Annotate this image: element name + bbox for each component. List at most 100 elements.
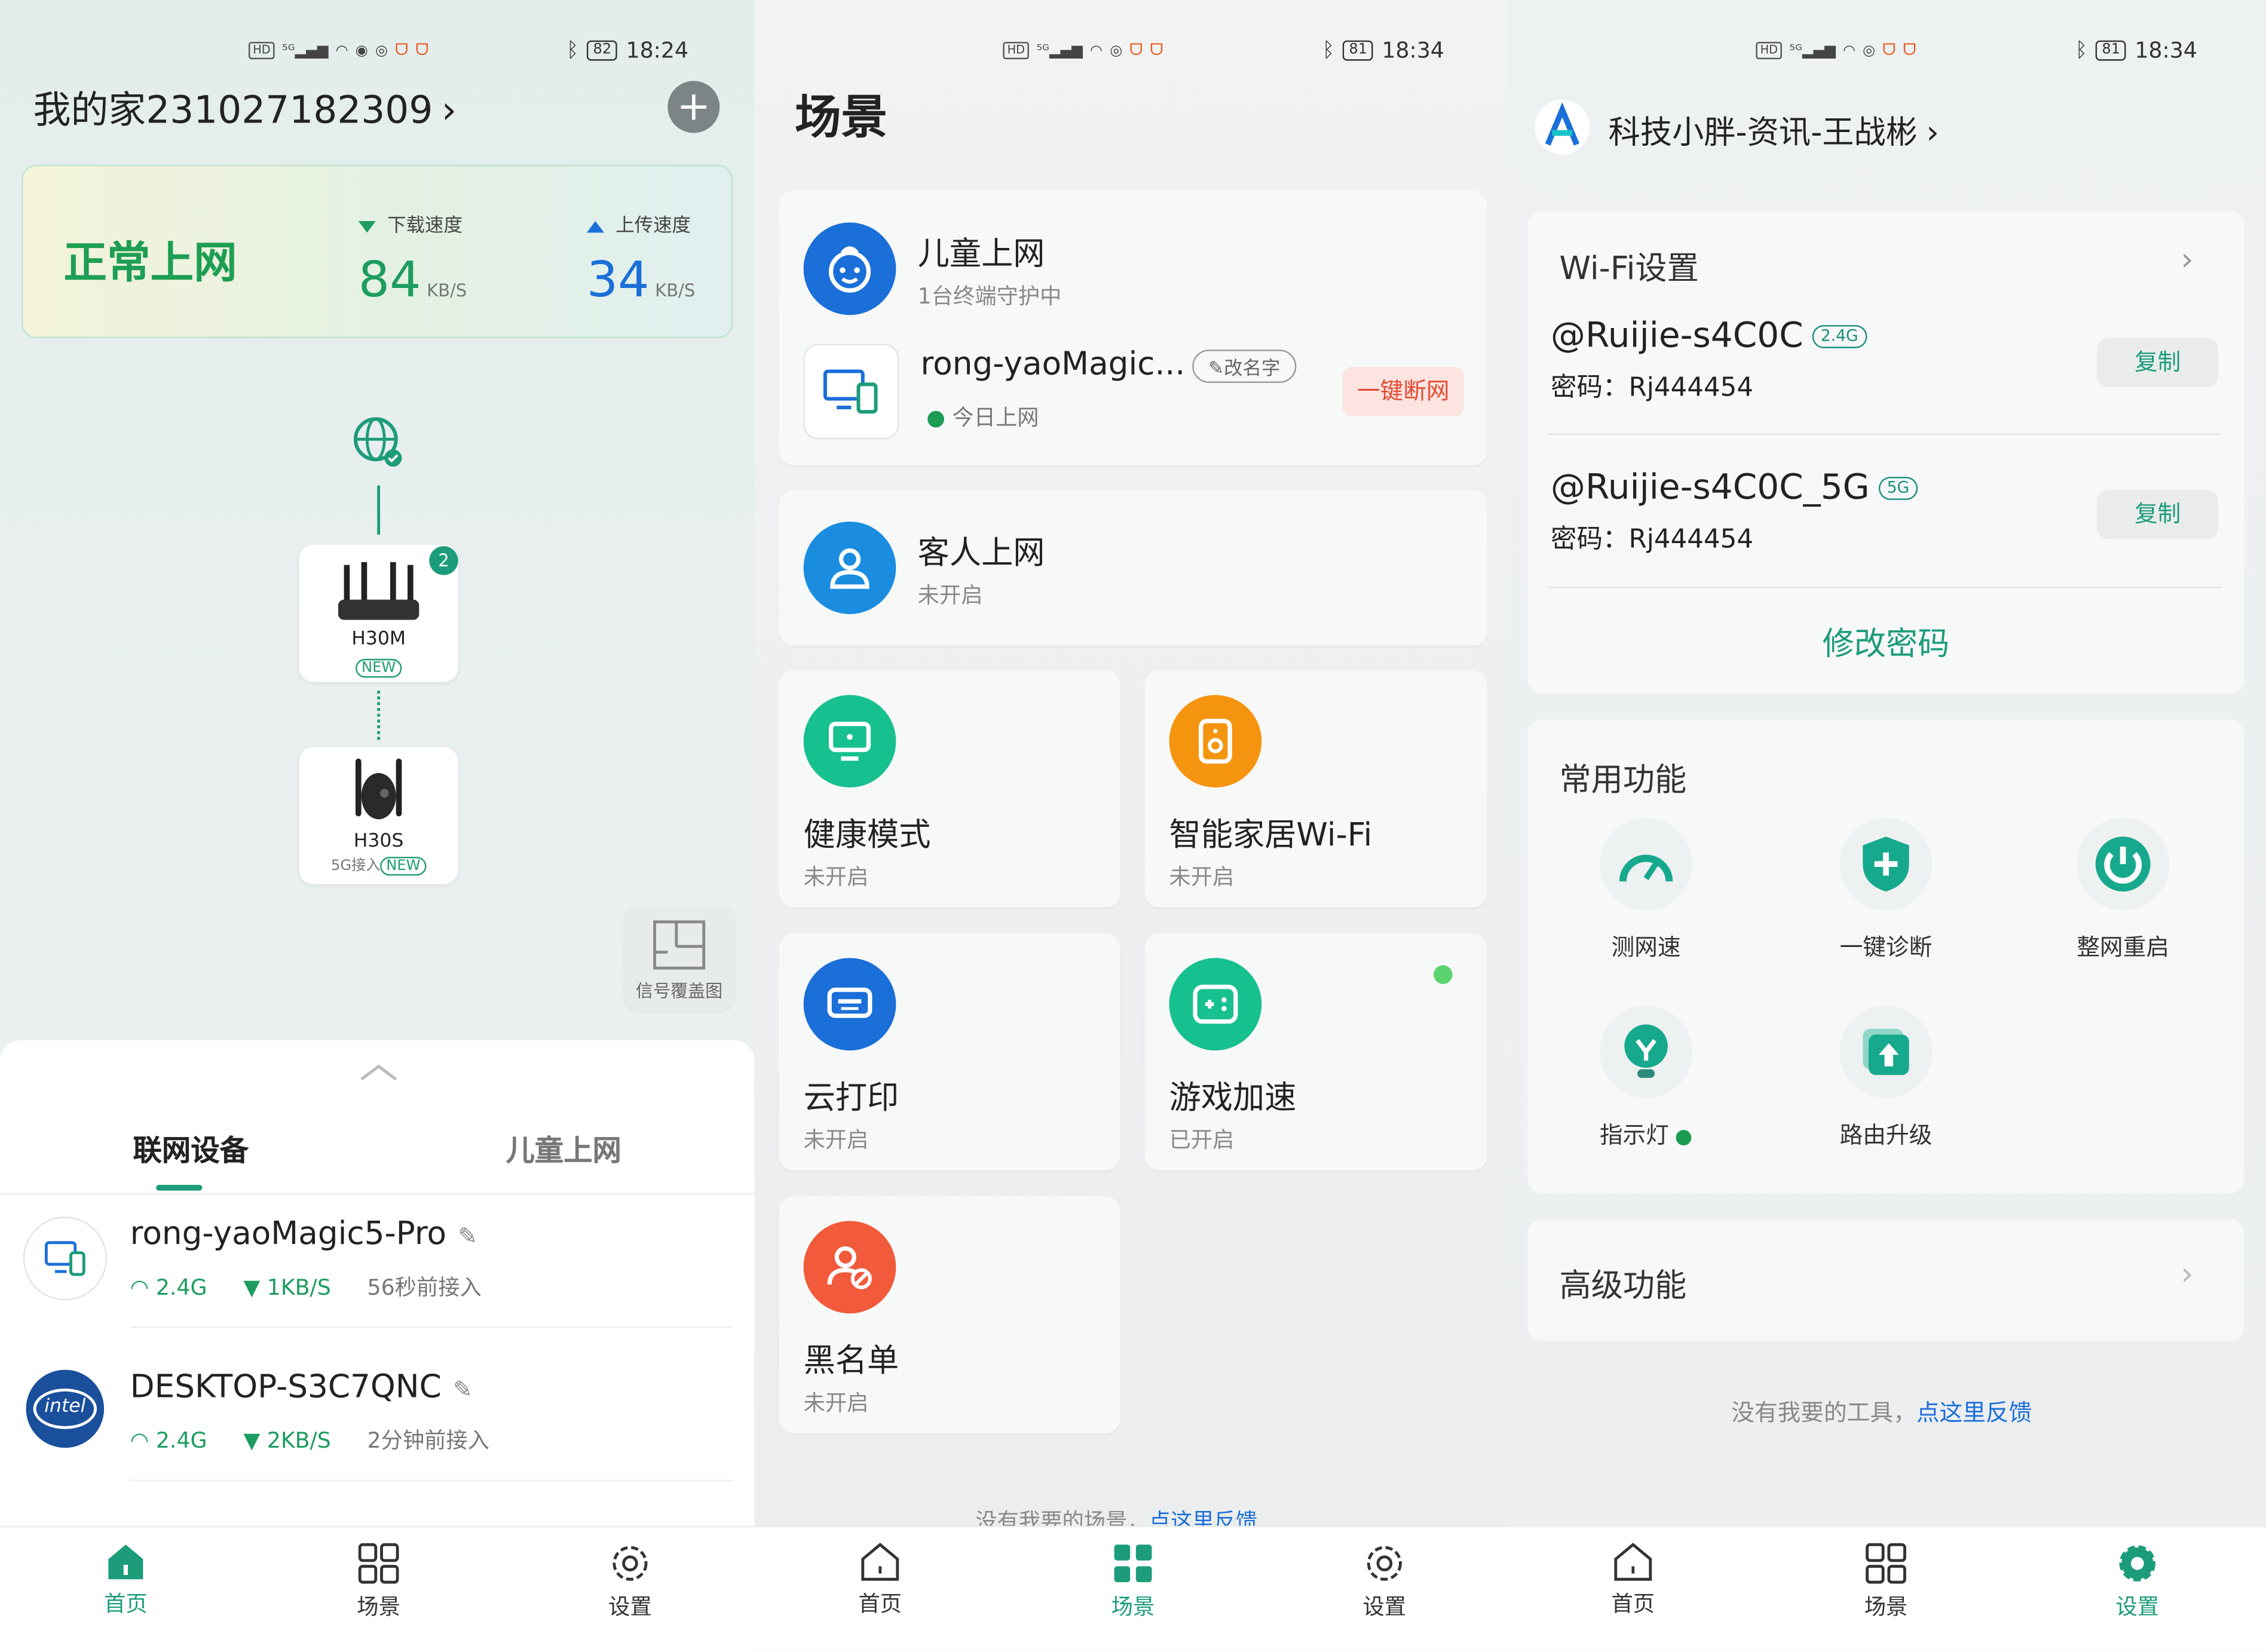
guest-internet-card[interactable]: 客人上网 未开启 [779, 489, 1487, 646]
account-link[interactable]: 科技小胖-资讯-王战彬 › [1609, 107, 1939, 153]
card-title: 智能家居Wi-Fi [1169, 817, 1373, 854]
restart-network-button[interactable]: 整网重启 [2037, 817, 2210, 963]
upload-unit: KB/S [655, 280, 696, 301]
download-value: 84 [358, 251, 421, 309]
wifi-band: ◠ 2.4G [130, 1427, 207, 1454]
device-speed: ▼ 1KB/S [243, 1274, 331, 1301]
chevron-right-icon[interactable]: › [2181, 243, 2193, 278]
password-value: Rj444454 [1628, 524, 1754, 555]
status-bar-right: ᛒ 81 18:34 [1322, 35, 1444, 66]
band-tag: 2.4G [1812, 325, 1867, 348]
main-router-new-tag: NEW [356, 658, 402, 678]
nav-settings[interactable]: 设置 [558, 1541, 703, 1621]
edit-icon[interactable]: ✎ [458, 1222, 477, 1250]
home-panel: HD ⁵ᴳ▂▄▆ ◠ ◉ ◎ ᗜ ᗜ ᛒ 82 18:24 我的家231027182309 ›… [0, 0, 755, 1652]
child-device-status: ● 今日上网 [926, 404, 1039, 431]
tab-child-internet[interactable]: 儿童上网 [506, 1127, 621, 1169]
upload-speed: 上传速度 34 KB/S [586, 210, 696, 309]
edit-icon[interactable]: ✎ [453, 1375, 472, 1403]
hd-indicator: HD [1756, 42, 1783, 60]
intel-logo-icon: intel [26, 1369, 105, 1448]
signal-icon: ⁵ᴳ▂▄▆ [1789, 42, 1836, 59]
copy-button[interactable]: 复制 [2097, 489, 2219, 540]
smart-home-wifi-card[interactable]: 智能家居Wi-Fi 未开启 [1144, 670, 1487, 908]
home-title: 我的家231027182309 [33, 89, 433, 133]
device-row[interactable]: rong-yaoMagic5-Pro ✎ ◠ 2.4G ▼ 1KB/S 56秒前接… [0, 1199, 754, 1338]
edit-icon: ✎ [1208, 358, 1224, 381]
cloud-print-card[interactable]: 云打印 未开启 [779, 933, 1120, 1170]
wifi-settings-title[interactable]: Wi-Fi设置 [1559, 243, 1698, 289]
rename-button[interactable]: ✎改名字 [1192, 350, 1297, 383]
sheet-handle-icon[interactable] [359, 1061, 399, 1088]
scene-panel: HD ⁵ᴳ▂▄▆ ◠ ◎ ᗜ ᗜ ᛒ 81 18:34 场景 儿童上网 1台终端守护中 r… [754, 0, 1508, 1652]
wifi-network-row: @Ruijie-s4C0C_5G 5G 密码：Rj444454 [1551, 467, 1918, 556]
change-password-button[interactable]: 修改密码 [1527, 618, 2244, 664]
grid-icon [1114, 1544, 1152, 1583]
wifi-network-row: @Ruijie-s4C0C 2.4G 密码：Rj444454 [1551, 315, 1867, 404]
home-title-link[interactable]: 我的家231027182309 › [33, 81, 457, 134]
device-speed: ▼ 2KB/S [243, 1427, 331, 1454]
plus-icon: + [676, 82, 711, 130]
nav-settings[interactable]: 设置 [1312, 1541, 1457, 1621]
status-bar-left: HD ⁵ᴳ▂▄▆ ◠ ◎ ᗜ ᗜ [1756, 35, 1916, 66]
gamepad-icon [1169, 958, 1262, 1051]
bottom-nav: 首页 场景 设置 [1507, 1525, 2266, 1652]
nav-scene[interactable]: 场景 [307, 1541, 451, 1621]
guest-subtitle: 未开启 [917, 582, 983, 609]
network-status-card[interactable]: 正常上网 下载速度 84 KB/S 上传速度 34 KB/S [22, 164, 733, 338]
nav-home[interactable]: 首页 [53, 1541, 198, 1618]
app-notify-icon-2: ᗜ [1903, 40, 1916, 60]
sub-router-card[interactable]: H30S 5G接入 NEW [299, 747, 458, 885]
coverage-map-button[interactable]: 信号覆盖图 [624, 906, 734, 1010]
bluetooth-icon: ᛒ [1322, 39, 1335, 62]
status-time: 18:34 [2135, 37, 2197, 64]
game-boost-card[interactable]: 游戏加速 已开启 [1144, 933, 1487, 1170]
nav-scene[interactable]: 场景 [1061, 1541, 1205, 1621]
signal-icon: ⁵ᴳ▂▄▆ [282, 42, 329, 59]
nav-settings[interactable]: 设置 [2065, 1541, 2210, 1621]
card-subtitle: 未开启 [803, 1127, 869, 1153]
advanced-functions-row[interactable]: 高级功能 › [1527, 1219, 2244, 1341]
router-upgrade-button[interactable]: 路由升级 [1799, 1006, 1973, 1150]
divider [1548, 586, 2222, 589]
add-button[interactable]: + [667, 81, 720, 133]
device-icon [803, 344, 899, 440]
health-mode-card[interactable]: 健康模式 未开启 [779, 670, 1120, 908]
wifi-icon: ◠ [1842, 42, 1855, 59]
indicator-light-icon [1600, 1006, 1692, 1098]
copy-button[interactable]: 复制 [2097, 338, 2219, 388]
nav-home[interactable]: 首页 [1561, 1541, 1705, 1618]
gear-icon [613, 1546, 648, 1581]
device-connect-time: 56秒前接入 [367, 1274, 482, 1301]
indicator-light-button[interactable]: 指示灯 ● [1559, 1006, 1732, 1150]
child-internet-card[interactable]: 儿童上网 1台终端守护中 rong-yaoMagic... ✎改名字 ● 今日上… [779, 191, 1487, 465]
password-label: 密码： [1550, 372, 1629, 403]
printer-icon [803, 958, 896, 1051]
child-device-name: rong-yaoMagic... [920, 347, 1186, 383]
download-speed: 下载速度 84 KB/S [358, 210, 467, 309]
app-notify-icon: ᗜ [1129, 40, 1143, 60]
device-connect-time: 2分钟前接入 [367, 1427, 489, 1454]
card-subtitle: 未开启 [803, 864, 869, 890]
link-line [377, 485, 381, 535]
signal-icon: ⁵ᴳ▂▄▆ [1036, 42, 1083, 59]
router-icon [338, 562, 419, 620]
advanced-functions-title: 高级功能 [1559, 1268, 1687, 1305]
client-count-badge: 2 [429, 546, 458, 575]
diagnose-button[interactable]: 一键诊断 [1799, 817, 1973, 963]
blacklist-card[interactable]: 黑名单 未开启 [779, 1196, 1120, 1434]
device-row[interactable]: intel DESKTOP-S3C7QNC ✎ ◠ 2.4G ▼ 2KB/S 2分… [0, 1353, 754, 1491]
speed-test-button[interactable]: 测网速 [1559, 817, 1732, 963]
power-icon [2077, 817, 2170, 911]
nav-home[interactable]: 首页 [808, 1541, 953, 1618]
disconnect-button[interactable]: 一键断网 [1342, 367, 1464, 416]
card-title: 游戏加速 [1169, 1080, 1297, 1117]
nav-scene[interactable]: 场景 [1814, 1541, 1958, 1621]
feedback-link[interactable]: 点这里反馈 [1916, 1399, 2032, 1426]
status-time: 18:34 [1382, 37, 1444, 64]
tab-connected-devices[interactable]: 联网设备 [133, 1127, 248, 1169]
chevron-right-icon: › [2181, 1257, 2194, 1294]
guest-user-icon [803, 522, 896, 614]
sub-router-new-tag: NEW [380, 857, 427, 876]
home-icon [108, 1544, 143, 1580]
